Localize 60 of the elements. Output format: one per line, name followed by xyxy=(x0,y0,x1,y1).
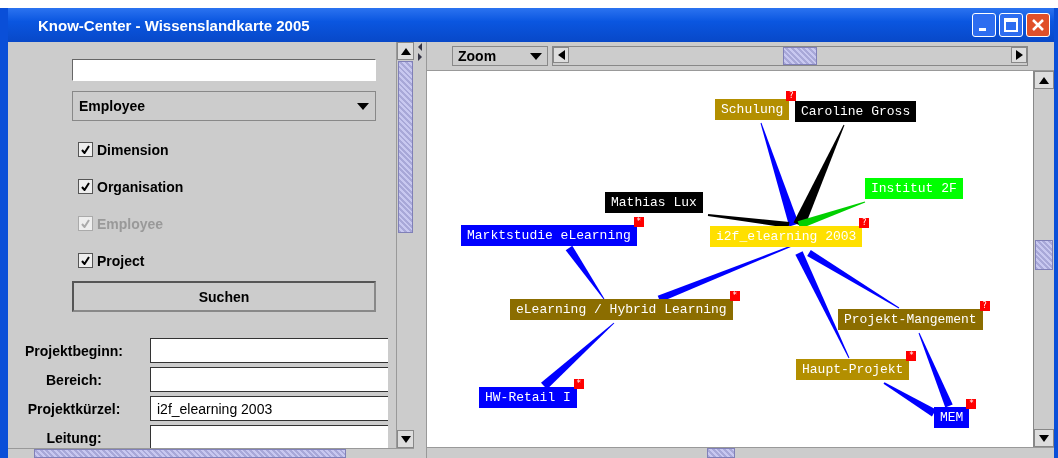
type-dropdown[interactable]: Employee xyxy=(72,91,376,121)
window-title: Know-Center - Wissenslandkarte 2005 xyxy=(38,16,310,34)
node-badge: * xyxy=(573,379,584,389)
input-field[interactable] xyxy=(150,338,388,363)
maximize-icon xyxy=(1004,18,1018,32)
arrow-icon xyxy=(1039,76,1049,84)
scrollbar-thumb[interactable] xyxy=(34,449,346,458)
vertical-scrollbar[interactable] xyxy=(1033,71,1054,447)
arrow-icon xyxy=(400,435,411,443)
map-node[interactable]: MEM xyxy=(934,407,970,428)
map-node[interactable]: Caroline Gross xyxy=(795,101,917,122)
horizontal-scrollbar[interactable] xyxy=(427,447,1054,458)
close-icon xyxy=(1031,18,1045,32)
arrow-icon xyxy=(1039,434,1049,442)
scrollbar-thumb[interactable] xyxy=(1035,240,1053,270)
close-button[interactable] xyxy=(1026,13,1050,37)
caret-icon xyxy=(357,102,369,110)
field-label: Leitung: xyxy=(45,429,103,446)
map-node[interactable]: Projekt-Mangement xyxy=(838,309,983,330)
node-badge: * xyxy=(633,217,644,227)
checkbox-label: Organisation xyxy=(97,178,184,195)
maximize-button[interactable] xyxy=(999,13,1023,37)
arrow-icon xyxy=(1015,50,1023,60)
map-node[interactable]: eLearning / Hybrid Learning xyxy=(510,299,733,320)
graph-edge xyxy=(565,245,605,300)
node-badge: * xyxy=(966,399,977,409)
node-badge: ? xyxy=(859,218,870,228)
node-badge: * xyxy=(729,291,740,301)
scrollbar-thumb[interactable] xyxy=(783,47,817,65)
field-label: Projektbeginn: xyxy=(24,342,124,359)
minimize-button[interactable] xyxy=(972,13,996,37)
horizontal-scrollbar[interactable] xyxy=(8,448,414,458)
caret-icon xyxy=(530,52,542,60)
input-field[interactable] xyxy=(150,425,388,448)
checkbox[interactable] xyxy=(78,142,93,157)
checkbox[interactable] xyxy=(78,179,93,194)
vertical-scrollbar[interactable] xyxy=(396,42,414,448)
arrow-icon xyxy=(400,47,411,55)
node-badge: ? xyxy=(979,301,990,311)
split-arrows-icon[interactable] xyxy=(417,42,423,62)
field-label: Bereich: xyxy=(45,371,103,388)
horizontal-scrollbar[interactable] xyxy=(552,46,1028,66)
node-badge: ? xyxy=(786,91,797,101)
checkbox[interactable] xyxy=(78,253,93,268)
input-field[interactable] xyxy=(150,367,388,392)
arrow-icon xyxy=(557,50,565,60)
field-label: Projektkürzel: xyxy=(26,400,122,417)
checkbox-label: Project xyxy=(97,252,145,269)
zoom-dropdown[interactable]: Zoom xyxy=(452,46,548,66)
search-field[interactable] xyxy=(72,59,376,81)
map-node[interactable]: HW-Retail I xyxy=(479,387,577,408)
map-node[interactable]: Mathias Lux xyxy=(605,192,703,213)
node-badge: * xyxy=(906,351,917,361)
scrollbar-thumb[interactable] xyxy=(707,448,735,458)
scrollbar-thumb[interactable] xyxy=(398,61,413,233)
input-field[interactable]: i2f_elearning 2003 xyxy=(150,396,388,421)
map-node[interactable]: Marktstudie eLearning xyxy=(461,225,637,246)
checkbox-label: Dimension xyxy=(97,141,169,158)
minimize-icon xyxy=(978,27,986,31)
search-button[interactable]: Suchen xyxy=(72,281,376,312)
